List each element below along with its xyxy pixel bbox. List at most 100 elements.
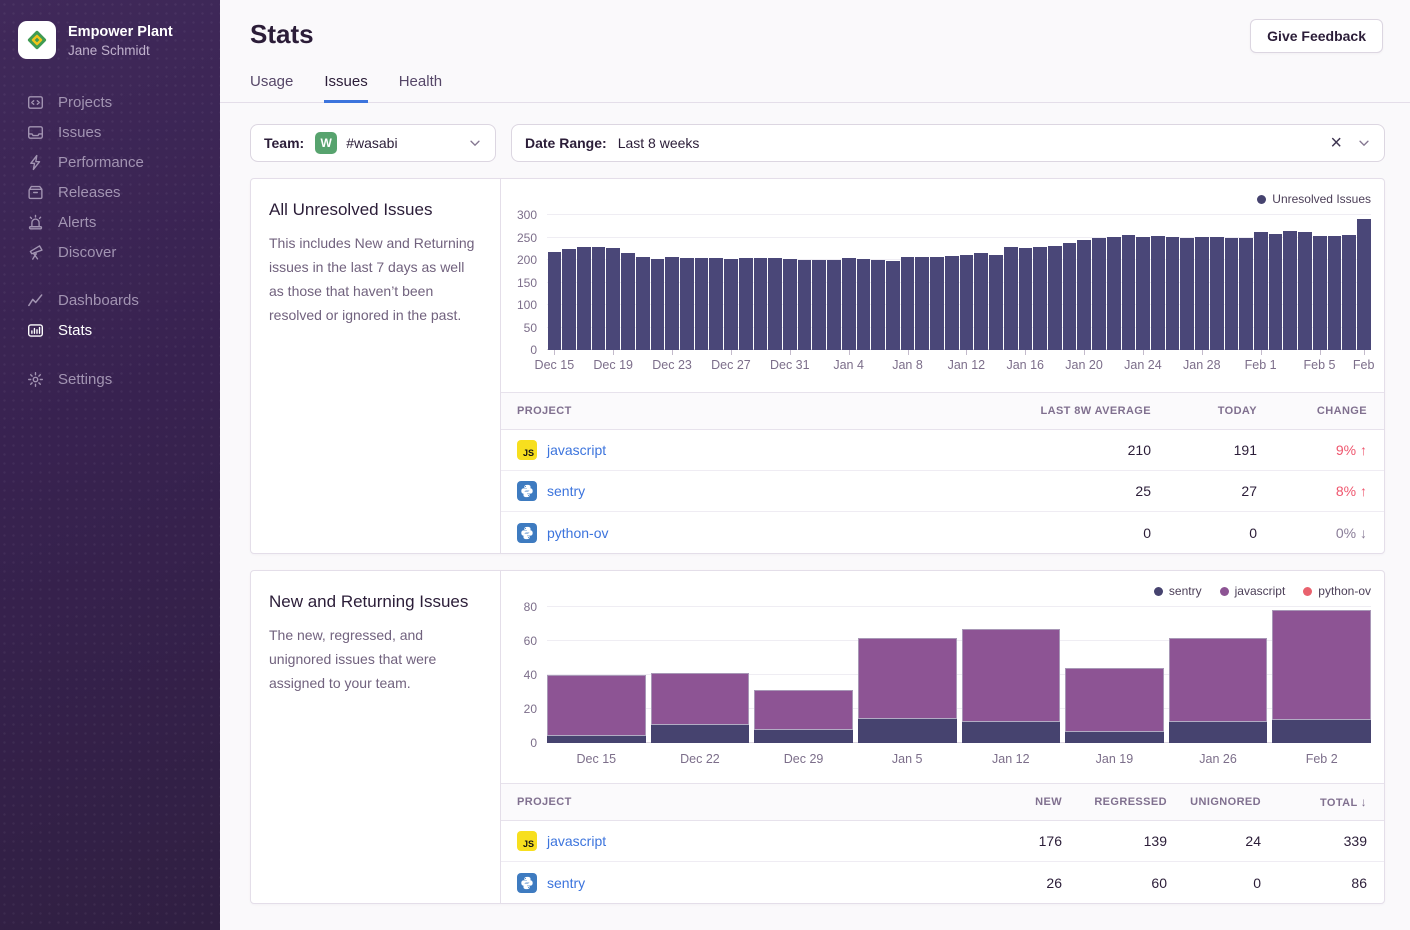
unresolved-panel-main: Unresolved Issues 050100150200250300 Dec… (501, 179, 1384, 553)
y-axis-tick-label: 150 (517, 276, 537, 290)
new-value: 26 (969, 875, 1079, 891)
x-axis-tick-label: Jan 19 (1065, 743, 1164, 771)
unresolved-bar (1298, 232, 1312, 350)
x-axis-tick (1202, 350, 1203, 355)
main-content: Stats Give Feedback Usage Issues Health … (220, 0, 1410, 930)
sidebar-item-dashboards[interactable]: Dashboards (0, 285, 220, 315)
sidebar-item-alerts[interactable]: Alerts (0, 207, 220, 237)
y-axis-tick-label: 250 (517, 231, 537, 245)
tab-issues[interactable]: Issues (324, 73, 367, 103)
unresolved-bar (1077, 240, 1091, 350)
team-select[interactable]: Team: W #wasabi (250, 124, 496, 162)
x-axis-tick-label: Jan 28 (1183, 358, 1221, 372)
legend-item-sentry[interactable]: sentry (1154, 584, 1202, 598)
stacked-bar-jan-5 (858, 607, 957, 743)
clear-date-icon[interactable]: × (1330, 133, 1342, 153)
new-value: 176 (969, 833, 1079, 849)
segment-sentry (1169, 721, 1268, 743)
average-value: 25 (998, 483, 1168, 499)
unresolved-bar (724, 259, 738, 350)
python-platform-icon (517, 873, 537, 893)
legend-dot-icon (1303, 587, 1312, 596)
unresolved-bar (709, 258, 723, 350)
legend-item-unresolved-issues[interactable]: Unresolved Issues (1257, 192, 1371, 206)
new-returning-xaxis: Dec 15Dec 22Dec 29Jan 5Jan 12Jan 19Jan 2… (547, 743, 1371, 771)
chevron-down-icon[interactable] (1357, 136, 1371, 150)
javascript-platform-icon: JS (517, 440, 537, 460)
sidebar-item-label: Settings (58, 371, 112, 388)
stacked-bar-jan-19 (1065, 607, 1164, 743)
tab-usage[interactable]: Usage (250, 73, 293, 103)
table-header-row: PROJECT NEW REGRESSED UNIGNORED TOTAL↓ (501, 784, 1384, 821)
legend-item-python-ov[interactable]: python-ov (1303, 584, 1371, 598)
x-axis-tick (1364, 350, 1365, 355)
x-axis-tick-label: Jan 12 (948, 358, 986, 372)
x-axis-tick-label: Jan 8 (892, 358, 923, 372)
x-axis-tick-label: Dec 22 (651, 743, 750, 771)
alerts-icon (27, 214, 44, 231)
unresolved-bar (930, 257, 944, 350)
project-link[interactable]: javascript (547, 442, 606, 458)
page-header: Stats Give Feedback (220, 0, 1410, 53)
tab-health[interactable]: Health (399, 73, 442, 103)
unresolved-bar (606, 248, 620, 350)
project-link[interactable]: javascript (547, 833, 606, 849)
project-link[interactable]: sentry (547, 483, 585, 499)
legend-item-javascript[interactable]: javascript (1220, 584, 1286, 598)
unresolved-bar (812, 260, 826, 350)
x-axis-tick (1143, 350, 1144, 355)
unresolved-bar (945, 256, 959, 350)
x-axis-tick-label: Dec 19 (593, 358, 633, 372)
unignored-value: 24 (1184, 833, 1278, 849)
table-row: JS javascript 210 191 9% ↑ (501, 430, 1384, 471)
unresolved-bar (636, 257, 650, 350)
unresolved-bar (651, 259, 665, 350)
unresolved-bar (1136, 237, 1150, 350)
sidebar-item-releases[interactable]: Releases (0, 177, 220, 207)
new-returning-issues-panel: New and Returning Issues The new, regres… (250, 570, 1385, 904)
col-unignored: UNIGNORED (1184, 796, 1278, 808)
x-axis-tick (908, 350, 909, 355)
project-link[interactable]: sentry (547, 875, 585, 891)
sidebar-item-stats[interactable]: Stats (0, 315, 220, 345)
sidebar-item-label: Projects (58, 94, 112, 111)
unresolved-bar (1122, 235, 1136, 350)
unignored-value: 0 (1184, 875, 1278, 891)
sidebar-item-discover[interactable]: Discover (0, 237, 220, 267)
date-range-select[interactable]: Date Range: Last 8 weeks × (511, 124, 1385, 162)
org-switcher[interactable]: Empower Plant Jane Schmidt (0, 0, 220, 59)
unresolved-bar (1180, 238, 1194, 351)
sidebar-item-settings[interactable]: Settings (0, 364, 220, 394)
unresolved-bar (1283, 231, 1297, 350)
change-value: 0% ↓ (1274, 525, 1384, 541)
give-feedback-button[interactable]: Give Feedback (1250, 19, 1383, 53)
discover-icon (27, 244, 44, 261)
sidebar-item-performance[interactable]: Performance (0, 147, 220, 177)
table-row: python-ov 0 0 0% ↓ (501, 512, 1384, 553)
segment-sentry (651, 724, 750, 743)
sidebar-item-label: Alerts (58, 214, 96, 231)
sidebar-item-issues[interactable]: Issues (0, 117, 220, 147)
col-total-sort[interactable]: TOTAL↓ (1278, 795, 1384, 809)
unresolved-bar (1210, 237, 1224, 350)
col-new: NEW (969, 796, 1079, 808)
average-value: 0 (998, 525, 1168, 541)
js-icon-text: JS (523, 840, 534, 849)
org-logo (18, 21, 56, 59)
project-link[interactable]: python-ov (547, 525, 608, 541)
new-returning-panel-main: sentryjavascriptpython-ov 020406080 Dec … (501, 571, 1384, 903)
segment-javascript (858, 638, 957, 718)
unresolved-bar (827, 260, 841, 350)
unresolved-bar (754, 258, 768, 350)
x-axis-tick (554, 350, 555, 355)
segment-javascript (1272, 610, 1371, 719)
y-axis-tick-label: 60 (524, 634, 537, 648)
unresolved-bar (1166, 237, 1180, 350)
new-returning-plot (547, 607, 1371, 743)
chevron-down-icon[interactable] (468, 136, 482, 150)
sidebar-item-label: Releases (58, 184, 121, 201)
col-project: PROJECT (501, 796, 969, 808)
x-axis-tick (790, 350, 791, 355)
sidebar-item-projects[interactable]: Projects (0, 87, 220, 117)
stacked-bar-series (547, 607, 1371, 743)
